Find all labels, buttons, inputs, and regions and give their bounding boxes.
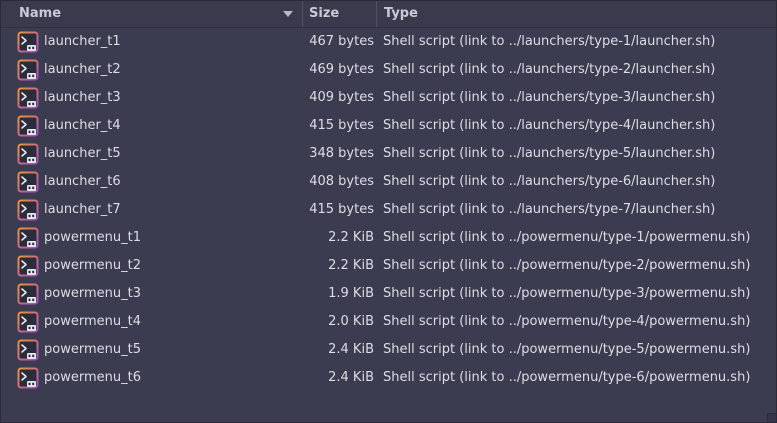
shell-script-icon (17, 115, 39, 137)
file-size: 415 bytes (309, 118, 374, 133)
resize-grip[interactable] (767, 413, 776, 422)
column-header-name[interactable]: Name (1, 1, 303, 27)
shell-script-icon (17, 87, 39, 109)
shell-script-icon (17, 199, 39, 221)
shell-script-icon (17, 143, 39, 165)
file-row-powermenu_t2[interactable]: powermenu_t2 2.2 KiB Shell script (link … (1, 252, 776, 280)
file-row-launcher_t5[interactable]: launcher_t5 348 bytes Shell script (link… (1, 140, 776, 168)
file-type: Shell script (link to ../powermenu/type-… (383, 342, 751, 357)
file-type: Shell script (link to ../powermenu/type-… (383, 370, 751, 385)
file-type: Shell script (link to ../powermenu/type-… (383, 314, 751, 329)
file-list-view: Name Size Type launcher_t1 467 bytes She… (0, 0, 777, 423)
file-size: 2.2 KiB (328, 230, 374, 245)
file-size: 415 bytes (309, 202, 374, 217)
shell-script-icon (17, 59, 39, 81)
shell-script-icon (17, 367, 39, 389)
file-size: 409 bytes (309, 90, 374, 105)
file-size: 1.9 KiB (328, 286, 374, 301)
column-header-type[interactable]: Type (377, 1, 776, 27)
file-row-launcher_t6[interactable]: launcher_t6 408 bytes Shell script (link… (1, 168, 776, 196)
file-size: 348 bytes (309, 146, 374, 161)
file-row-powermenu_t5[interactable]: powermenu_t5 2.4 KiB Shell script (link … (1, 336, 776, 364)
file-row-launcher_t2[interactable]: launcher_t2 469 bytes Shell script (link… (1, 56, 776, 84)
shell-script-icon (17, 255, 39, 277)
shell-script-icon (17, 311, 39, 333)
file-type: Shell script (link to ../powermenu/type-… (383, 258, 751, 273)
column-header-size-label: Size (309, 6, 340, 21)
shell-script-icon (17, 283, 39, 305)
file-type: Shell script (link to ../powermenu/type-… (383, 230, 751, 245)
file-row-launcher_t1[interactable]: launcher_t1 467 bytes Shell script (link… (1, 28, 776, 56)
file-type: Shell script (link to ../launchers/type-… (383, 118, 716, 133)
file-type: Shell script (link to ../launchers/type-… (383, 62, 716, 77)
file-rows: launcher_t1 467 bytes Shell script (link… (1, 28, 776, 392)
file-size: 2.4 KiB (328, 370, 374, 385)
sort-descending-icon[interactable] (283, 11, 293, 17)
file-row-powermenu_t6[interactable]: powermenu_t6 2.4 KiB Shell script (link … (1, 364, 776, 392)
column-header-type-label: Type (384, 6, 418, 21)
file-name: launcher_t5 (44, 146, 121, 161)
file-row-launcher_t3[interactable]: launcher_t3 409 bytes Shell script (link… (1, 84, 776, 112)
file-type: Shell script (link to ../launchers/type-… (383, 202, 716, 217)
file-name: launcher_t4 (44, 118, 121, 133)
file-size: 2.0 KiB (328, 314, 374, 329)
file-name: powermenu_t1 (44, 230, 141, 245)
file-row-powermenu_t1[interactable]: powermenu_t1 2.2 KiB Shell script (link … (1, 224, 776, 252)
file-name: powermenu_t4 (44, 314, 141, 329)
column-header-size[interactable]: Size (303, 1, 377, 27)
file-name: launcher_t3 (44, 90, 121, 105)
file-type: Shell script (link to ../powermenu/type-… (383, 286, 751, 301)
column-header-bar: Name Size Type (1, 1, 776, 28)
file-name: powermenu_t3 (44, 286, 141, 301)
column-header-name-label: Name (19, 6, 62, 21)
file-type: Shell script (link to ../launchers/type-… (383, 34, 716, 49)
file-name: launcher_t7 (44, 202, 121, 217)
file-name: powermenu_t5 (44, 342, 141, 357)
file-size: 2.2 KiB (328, 258, 374, 273)
file-type: Shell script (link to ../launchers/type-… (383, 146, 716, 161)
file-row-powermenu_t4[interactable]: powermenu_t4 2.0 KiB Shell script (link … (1, 308, 776, 336)
file-name: launcher_t1 (44, 34, 121, 49)
file-name: powermenu_t6 (44, 370, 141, 385)
file-row-powermenu_t3[interactable]: powermenu_t3 1.9 KiB Shell script (link … (1, 280, 776, 308)
shell-script-icon (17, 339, 39, 361)
shell-script-icon (17, 171, 39, 193)
file-type: Shell script (link to ../launchers/type-… (383, 90, 716, 105)
file-row-launcher_t7[interactable]: launcher_t7 415 bytes Shell script (link… (1, 196, 776, 224)
file-size: 2.4 KiB (328, 342, 374, 357)
shell-script-icon (17, 227, 39, 249)
shell-script-icon (17, 31, 39, 53)
file-size: 469 bytes (309, 62, 374, 77)
file-name: launcher_t6 (44, 174, 121, 189)
file-size: 467 bytes (309, 34, 374, 49)
file-size: 408 bytes (309, 174, 374, 189)
file-type: Shell script (link to ../launchers/type-… (383, 174, 716, 189)
file-row-launcher_t4[interactable]: launcher_t4 415 bytes Shell script (link… (1, 112, 776, 140)
file-name: launcher_t2 (44, 62, 121, 77)
file-name: powermenu_t2 (44, 258, 141, 273)
